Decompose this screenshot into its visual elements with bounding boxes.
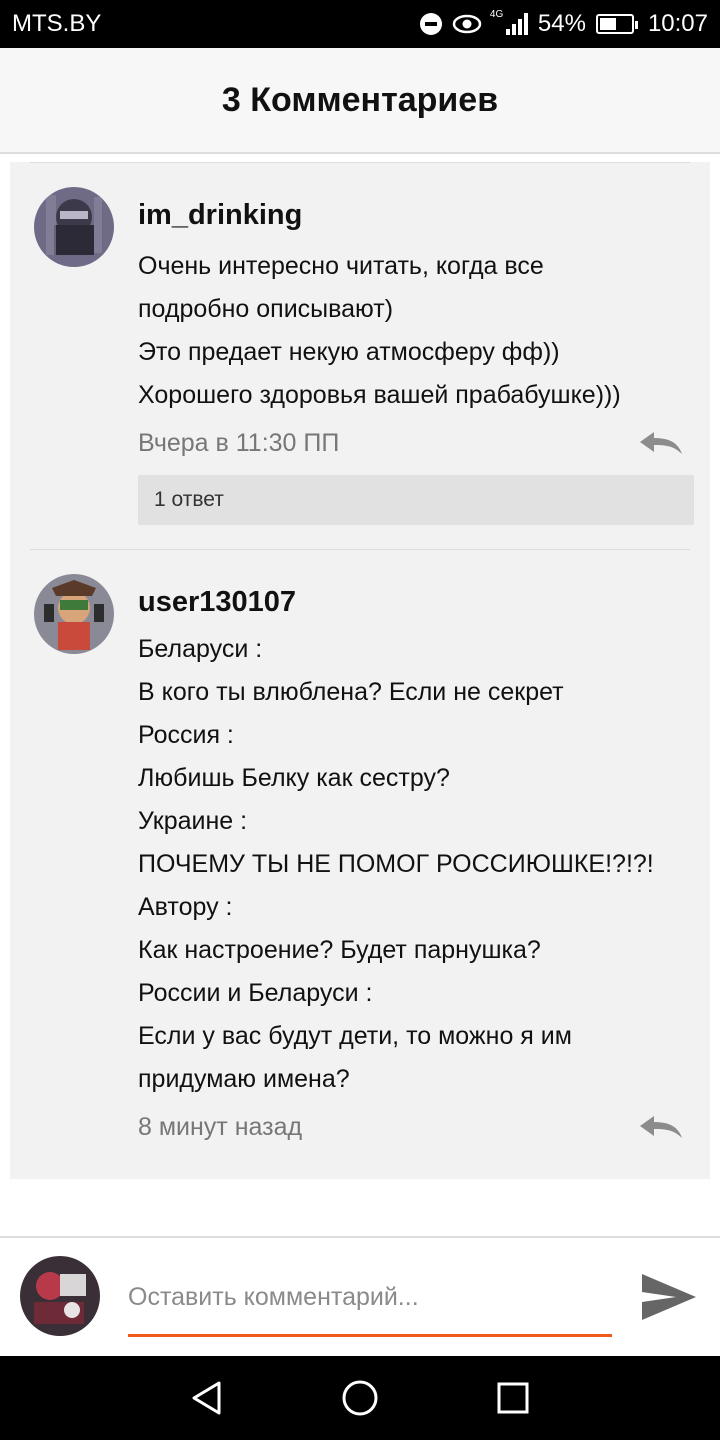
comment-item: im_drinking Очень интересно читать, когд… — [10, 163, 710, 549]
network-type: 4G — [489, 9, 504, 20]
comment-text-line: Любишь Белку как сестру? — [138, 764, 450, 792]
comment-text-line: Украине : — [138, 807, 248, 835]
battery-percent: 54% — [537, 10, 586, 37]
battery-icon — [595, 14, 638, 34]
comment-input-bar — [0, 1236, 720, 1356]
clock: 10:07 — [647, 10, 708, 37]
comment-text-line: Как настроение? Будет парнушка? — [138, 936, 541, 964]
comments-list: im_drinking Очень интересно читать, когд… — [10, 162, 710, 1179]
avatar[interactable] — [34, 187, 114, 267]
comment-input[interactable] — [128, 1274, 612, 1320]
comment-footer: Вчера в 11:30 ПП — [138, 417, 694, 469]
home-icon[interactable] — [340, 1378, 380, 1418]
recents-icon[interactable] — [493, 1378, 533, 1418]
comment-text-line: придумаю имена? — [138, 1065, 350, 1093]
comment-text-line: Россия : — [138, 721, 234, 749]
comment-time: Вчера в 11:30 ПП — [138, 428, 340, 457]
reply-icon[interactable] — [638, 430, 684, 456]
comment-item: user130107 Беларуси : В кого ты влюблена… — [10, 550, 710, 1179]
comment-text-line: подробно описывают) — [138, 295, 394, 323]
comment-text-line: Беларуси : — [138, 635, 263, 663]
comment-text-line: Автору : — [138, 893, 233, 921]
comment-text-line: России и Беларуси : — [138, 979, 373, 1007]
back-icon[interactable] — [187, 1378, 227, 1418]
comment-text-line: Очень интересно читать, когда все — [138, 252, 544, 280]
comment-text-line: Это предает некую атмосферу фф)) — [138, 338, 560, 366]
comment-time: 8 минут назад — [138, 1112, 303, 1141]
comment-body: user130107 Беларуси : В кого ты влюблена… — [138, 584, 694, 1153]
navigation-bar — [0, 1356, 720, 1440]
input-underline — [128, 1334, 612, 1337]
comment-username[interactable]: im_drinking — [138, 197, 694, 233]
comment-text-line: ПОЧЕМУ ТЫ НЕ ПОМОГ РОССИЮШКЕ!?!?! — [138, 850, 654, 878]
comment-username[interactable]: user130107 — [138, 584, 694, 620]
signal-icon: 4G — [490, 9, 528, 35]
comment-text-line: Хорошего здоровья вашей прабабушке))) — [138, 381, 621, 409]
send-icon[interactable] — [640, 1270, 698, 1324]
status-bar: MTS.BY 4G 54% 10:07 — [0, 0, 720, 48]
current-user-avatar — [20, 1256, 100, 1336]
avatar[interactable] — [34, 574, 114, 654]
comment-text-line: В кого ты влюблена? Если не секрет — [138, 678, 564, 706]
do-not-disturb-icon — [419, 13, 442, 35]
page-title: 3 Комментариев — [221, 80, 499, 119]
header: 3 Комментариев — [0, 48, 720, 154]
replies-button[interactable]: 1 ответ — [138, 475, 694, 525]
comment-body: im_drinking Очень интересно читать, когд… — [138, 197, 694, 525]
comment-footer: 8 минут назад — [138, 1101, 694, 1153]
status-icons: 4G 54% 10:07 — [419, 9, 708, 38]
eye-icon — [452, 13, 482, 35]
reply-icon[interactable] — [638, 1114, 684, 1140]
carrier-name: MTS.BY — [12, 10, 102, 37]
comment-text-line: Если у вас будут дети, то можно я им — [138, 1022, 572, 1050]
